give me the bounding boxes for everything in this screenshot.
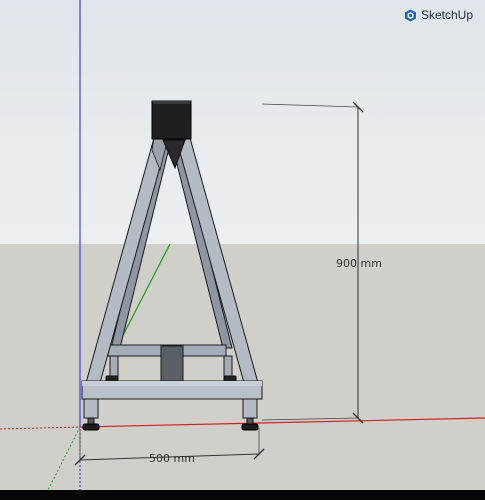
sketchup-logo: SketchUp [404,7,473,23]
top-cap-block[interactable] [151,100,192,140]
brand-name: SketchUp [421,8,474,22]
sketchup-logo-icon [405,9,416,21]
front-frame[interactable] [81,137,263,431]
height-dimension-label[interactable]: 900 mm [336,257,382,270]
status-bar [0,490,485,500]
width-dimension-label[interactable]: 500 mm [149,452,195,465]
modeling-viewport[interactable]: 900 mm 500 mm SketchUp [0,0,485,490]
red-axis-dotted [0,426,81,430]
green-axis-dotted [47,426,81,490]
scene-canvas[interactable] [0,0,485,490]
